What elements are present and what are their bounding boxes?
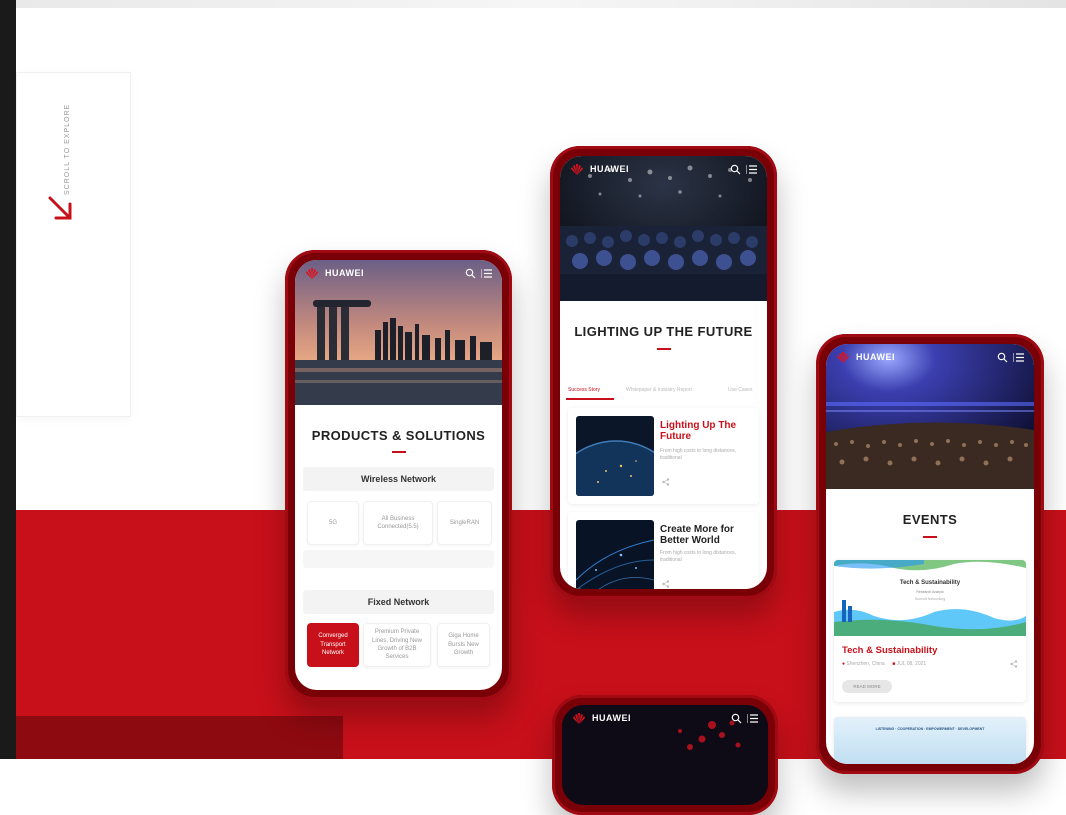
active-tab-indicator — [566, 398, 614, 400]
search-icon[interactable] — [465, 268, 476, 279]
tab-success-story[interactable]: Success Story — [568, 387, 600, 393]
app-header: HUAWEI — [826, 344, 1034, 370]
menu-icon[interactable] — [746, 164, 757, 175]
event-date: JUL 08, 2021 — [896, 661, 927, 667]
tab-whitepaper[interactable]: Whitepaper & Industry Report — [626, 387, 692, 393]
left-edge-strip — [0, 0, 16, 759]
card-subtitle: From high costs to long distances, tradi… — [660, 550, 736, 563]
search-icon[interactable] — [997, 352, 1008, 363]
app-header: HUAWEI — [562, 705, 768, 731]
card-subtitle: From high costs to long distances, tradi… — [660, 448, 736, 461]
wireless-network-heading[interactable]: Wireless Network — [303, 467, 494, 491]
huawei-logo-icon — [306, 267, 318, 279]
card-image-earth — [576, 416, 654, 496]
location-icon: ● — [842, 661, 846, 667]
app-header: HUAWEI — [560, 156, 767, 182]
section-title: EVENTS — [902, 512, 958, 527]
event-banner-title: Tech & Sustainability — [899, 580, 961, 586]
brand-name: HUAWEI — [592, 713, 631, 723]
brand-name: HUAWEI — [590, 164, 629, 174]
top-bar — [16, 0, 1066, 8]
read-more-button[interactable]: READ MORE — [842, 680, 892, 693]
search-icon[interactable] — [730, 164, 741, 175]
scroll-to-explore-label: SCROLL TO EXPLORE — [64, 103, 71, 195]
tile-row-background — [303, 550, 494, 568]
section-title: PRODUCTS & SOLUTIONS — [311, 428, 486, 443]
dark-red-block — [16, 716, 343, 759]
tile-singleran[interactable]: SingleRAN — [437, 501, 492, 545]
share-icon[interactable] — [1010, 660, 1018, 668]
event-banner-subtitle: Research Analyst — [916, 590, 944, 594]
arrow-down-right-icon[interactable] — [44, 192, 78, 226]
tile-premium-private-lines[interactable]: Premium Private Lines, Driving New Growt… — [363, 623, 431, 667]
tile-5g[interactable]: 5G — [307, 501, 359, 545]
scroll-panel — [16, 72, 131, 417]
section-title: LIGHTING UP THE FUTURE — [574, 324, 753, 339]
huawei-logo-icon — [573, 712, 585, 724]
tile-all-business-connected[interactable]: All Business Connected(5.5) — [363, 501, 433, 545]
fixed-network-heading[interactable]: Fixed Network — [303, 590, 494, 614]
event-location: Shenzhen, China — [846, 661, 885, 667]
huawei-logo-icon — [837, 351, 849, 363]
huawei-logo-icon — [571, 163, 583, 175]
title-underline — [391, 451, 406, 453]
title-underline — [923, 536, 937, 538]
brand-name: HUAWEI — [325, 268, 364, 278]
event-card[interactable]: LISTENING · COOPERATION · EMPOWERMENT · … — [834, 717, 1026, 764]
share-icon[interactable] — [662, 478, 670, 486]
story-card[interactable]: Create More for Better World From high c… — [568, 512, 759, 589]
card-title[interactable]: Lighting Up The Future — [660, 420, 752, 442]
tab-use-cases[interactable]: Use Cases — [728, 387, 752, 393]
app-header: HUAWEI — [295, 260, 502, 286]
phone-lighting-future: HUAWEI LIGHTING UP THE FUTURE Success St… — [550, 146, 777, 599]
share-icon[interactable] — [662, 580, 670, 588]
phone-screen: HUAWEI LIGHTING UP THE FUTURE Success St… — [560, 156, 767, 589]
phone-products: HUAWEI PRODUCTS & SOLUTIONS Wireless Net… — [285, 250, 512, 700]
event-banner-2-title: LISTENING · COOPERATION · EMPOWERMENT · … — [875, 727, 985, 731]
menu-icon[interactable] — [747, 713, 758, 724]
story-card[interactable]: Lighting Up The Future From high costs t… — [568, 408, 759, 504]
calendar-icon: ■ — [892, 661, 896, 667]
phone-screen: HUAWEI EVENTS Tech & Sustainability Rese… — [826, 344, 1034, 764]
title-underline — [656, 348, 671, 350]
phone-screen: HUAWEI — [562, 705, 768, 805]
event-banner-subtitle-2: Summit Networking — [914, 597, 946, 601]
event-banner-2: LISTENING · COOPERATION · EMPOWERMENT · … — [834, 717, 1026, 764]
phone-events: HUAWEI EVENTS Tech & Sustainability Rese… — [816, 334, 1044, 774]
menu-icon[interactable] — [1013, 352, 1024, 363]
card-image-network — [576, 520, 654, 589]
menu-icon[interactable] — [481, 268, 492, 279]
card-title[interactable]: Create More for Better World — [660, 524, 752, 546]
search-icon[interactable] — [731, 713, 742, 724]
phone-screen: HUAWEI PRODUCTS & SOLUTIONS Wireless Net… — [295, 260, 502, 690]
tile-giga-home[interactable]: Giga Home Bursts New Growth — [437, 623, 490, 667]
phone-partial: HUAWEI — [552, 695, 778, 815]
event-meta: ● Shenzhen, China ■ JUL 08, 2021 — [842, 661, 926, 667]
event-title[interactable]: Tech & Sustainability — [842, 645, 937, 656]
tab-bar: Success Story Whitepaper & Industry Repo… — [560, 384, 767, 400]
event-banner: Tech & Sustainability Research Analyst S… — [834, 560, 1026, 636]
brand-name: HUAWEI — [856, 352, 895, 362]
tile-converged-transport-network[interactable]: Converged Transport Network — [307, 623, 359, 667]
event-card[interactable]: Tech & Sustainability Research Analyst S… — [834, 560, 1026, 702]
